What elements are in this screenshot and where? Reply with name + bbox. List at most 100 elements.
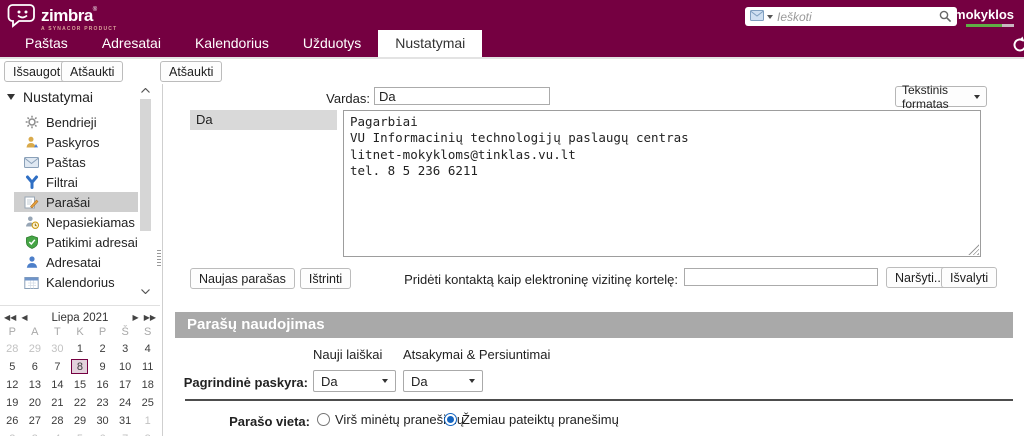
sidebar-item-pastas[interactable]: Paštas <box>14 152 138 172</box>
calendar-day[interactable]: 2 <box>1 430 24 436</box>
sidebar-item-adresatai[interactable]: Adresatai <box>14 252 138 272</box>
signature-actions: Naujas parašas Ištrinti <box>190 268 351 289</box>
calendar-day[interactable]: 14 <box>46 376 69 394</box>
calendar-day[interactable]: 16 <box>91 376 114 394</box>
calendar-day[interactable]: 19 <box>1 394 24 412</box>
delete-signature-button[interactable]: Ištrinti <box>300 268 351 289</box>
vcard-input[interactable] <box>684 268 878 286</box>
settings-sidebar: Nustatymai BendriejiPaskyrosPaštasFiltra… <box>0 84 162 436</box>
calendar-day[interactable]: 22 <box>69 394 92 412</box>
sidebar-item-patikimi-adresai[interactable]: Patikimi adresai <box>14 232 138 252</box>
mail-icon <box>24 155 39 169</box>
calendar-day[interactable]: 6 <box>24 358 47 376</box>
calendar-day[interactable]: 21 <box>46 394 69 412</box>
scrollbar-thumb[interactable] <box>140 99 151 231</box>
calendar-day[interactable]: 27 <box>24 412 47 430</box>
calendar-day[interactable]: 18 <box>136 376 159 394</box>
sash-grip-icon[interactable] <box>157 250 161 266</box>
calendar-day[interactable]: 4 <box>136 340 159 358</box>
calendar-day[interactable]: 8 <box>69 358 92 376</box>
placement-below-option[interactable]: Žemiau pateiktų pranešimų <box>444 412 619 427</box>
registered-mark: ® <box>93 7 97 13</box>
search-scope-menu[interactable] <box>745 7 777 26</box>
tab-adresatai[interactable]: Adresatai <box>85 30 178 57</box>
calendar-selected-day[interactable]: 8 <box>71 359 88 374</box>
calendar-day[interactable]: 17 <box>114 376 137 394</box>
calendar-day[interactable]: 31 <box>114 412 137 430</box>
refresh-icon[interactable] <box>1010 35 1024 55</box>
calendar-day[interactable]: 25 <box>136 394 159 412</box>
calendar-day[interactable]: 30 <box>91 412 114 430</box>
signature-name-input[interactable] <box>374 87 550 105</box>
calendar-day[interactable]: 4 <box>46 430 69 436</box>
calendar-day[interactable]: 10 <box>114 358 137 376</box>
sidebar-item-parasai[interactable]: Parašai <box>14 192 138 212</box>
calendar-day[interactable]: 7 <box>46 358 69 376</box>
sidebar-item-nepasiekiamas[interactable]: Nepasiekiamas <box>14 212 138 232</box>
tab-pastas[interactable]: Paštas <box>8 30 85 57</box>
radio-unchecked-icon[interactable] <box>317 413 330 426</box>
calendar-day[interactable]: 24 <box>114 394 137 412</box>
scroll-down-icon[interactable] <box>139 285 152 298</box>
scroll-up-icon[interactable] <box>139 84 152 97</box>
signature-list: Da <box>190 110 337 130</box>
zimbra-smiley-bubble-icon <box>7 2 37 33</box>
clear-button[interactable]: Išvalyti <box>941 267 997 288</box>
calendar-day[interactable]: 3 <box>24 430 47 436</box>
calendar-weekday-header: S <box>136 325 159 340</box>
next-month-icon[interactable]: ▶ <box>133 313 139 322</box>
calendar-day[interactable]: 29 <box>24 340 47 358</box>
radio-checked-icon[interactable] <box>444 413 457 426</box>
calendar-day[interactable]: 6 <box>91 430 114 436</box>
calendar-icon <box>24 275 39 289</box>
calendar-day[interactable]: 28 <box>46 412 69 430</box>
search-input[interactable] <box>777 10 936 24</box>
calendar-day[interactable]: 9 <box>91 358 114 376</box>
calendar-day[interactable]: 12 <box>1 376 24 394</box>
next-year-icon[interactable]: ▶▶ <box>144 313 156 322</box>
cancel-button-secondary[interactable]: Atšaukti <box>160 61 222 82</box>
sidebar-item-filtrai[interactable]: Filtrai <box>14 172 138 192</box>
sidebar-item-kalendorius[interactable]: Kalendorius <box>14 272 138 292</box>
tab-uzduotys[interactable]: Užduotys <box>286 30 378 57</box>
cancel-button[interactable]: Atšaukti <box>61 61 123 82</box>
brand-name: zimbra <box>41 6 93 25</box>
calendar-grid: PATKPŠS282930123456789101112131415161718… <box>1 325 159 436</box>
signature-list-item[interactable]: Da <box>190 110 337 130</box>
signature-body-textarea[interactable]: Pagarbiai VU Informacinių technologijų p… <box>343 110 981 257</box>
replies-forwards-select[interactable]: Da <box>403 370 483 392</box>
tab-nustatymai[interactable]: Nustatymai <box>378 30 482 57</box>
calendar-month-title[interactable]: Liepa 2021 <box>27 312 132 324</box>
calendar-day[interactable]: 23 <box>91 394 114 412</box>
calendar-day[interactable]: 3 <box>114 340 137 358</box>
prev-year-icon[interactable]: ◀◀ <box>4 313 16 322</box>
calendar-day[interactable]: 29 <box>69 412 92 430</box>
format-dropdown[interactable]: Tekstinis formatas <box>895 86 987 107</box>
sidebar-scrollbar[interactable] <box>139 84 152 298</box>
calendar-day[interactable]: 1 <box>136 412 159 430</box>
calendar-day[interactable]: 11 <box>136 358 159 376</box>
calendar-day[interactable]: 30 <box>46 340 69 358</box>
calendar-day[interactable]: 8 <box>136 430 159 436</box>
accounts-icon <box>24 135 39 149</box>
calendar-day[interactable]: 2 <box>91 340 114 358</box>
new-messages-select[interactable]: Da <box>313 370 396 392</box>
new-signature-button[interactable]: Naujas parašas <box>190 268 295 289</box>
placement-above-option[interactable]: Virš minėtų pranešimų <box>317 412 464 427</box>
calendar-day[interactable]: 13 <box>24 376 47 394</box>
calendar-day[interactable]: 5 <box>1 358 24 376</box>
calendar-day[interactable]: 15 <box>69 376 92 394</box>
sidebar-item-paskyros[interactable]: Paskyros <box>14 132 138 152</box>
calendar-day[interactable]: 1 <box>69 340 92 358</box>
calendar-day[interactable]: 28 <box>1 340 24 358</box>
calendar-day[interactable]: 26 <box>1 412 24 430</box>
sidebar-item-label: Parašai <box>46 195 90 210</box>
calendar-weekday-header: T <box>46 325 69 340</box>
sidebar-item-bendrieji[interactable]: Bendrieji <box>14 112 138 132</box>
sidebar-root-nustatymai[interactable]: Nustatymai <box>7 89 93 105</box>
chevron-down-icon <box>974 95 980 99</box>
calendar-day[interactable]: 5 <box>69 430 92 436</box>
calendar-day[interactable]: 7 <box>114 430 137 436</box>
tab-kalendorius[interactable]: Kalendorius <box>178 30 286 57</box>
calendar-day[interactable]: 20 <box>24 394 47 412</box>
